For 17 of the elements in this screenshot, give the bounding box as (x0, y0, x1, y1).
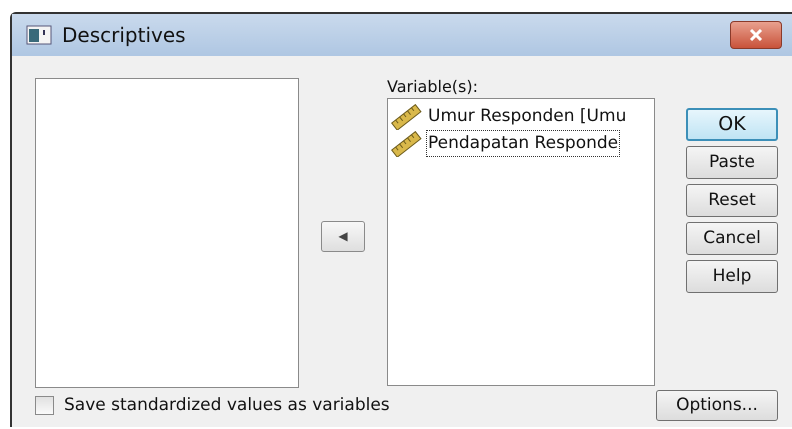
close-icon (749, 29, 763, 41)
window-title: Descriptives (62, 22, 187, 49)
dialog-button[interactable]: OK (686, 108, 778, 141)
close-button[interactable] (730, 21, 782, 49)
list-label: Variable(s): (387, 78, 479, 96)
checkbox[interactable] (35, 396, 54, 415)
checkbox-label: Save standardized values as variables (64, 394, 390, 417)
dialog-button[interactable]: Help (686, 260, 778, 293)
variables-list[interactable]: Umur Responden [Umu Pendapatan Responde (387, 98, 655, 386)
app-icon (26, 25, 52, 45)
move-button[interactable]: ◀ (321, 220, 365, 252)
dialog-button[interactable]: Cancel (686, 222, 778, 255)
variable-item[interactable]: Umur Responden [Umu (426, 103, 628, 130)
dialog-button[interactable]: Reset (686, 184, 778, 217)
dialog-button[interactable]: Paste (686, 146, 778, 179)
options-button[interactable]: Options... (656, 390, 778, 421)
variable-item[interactable]: Pendapatan Responde (426, 130, 620, 157)
